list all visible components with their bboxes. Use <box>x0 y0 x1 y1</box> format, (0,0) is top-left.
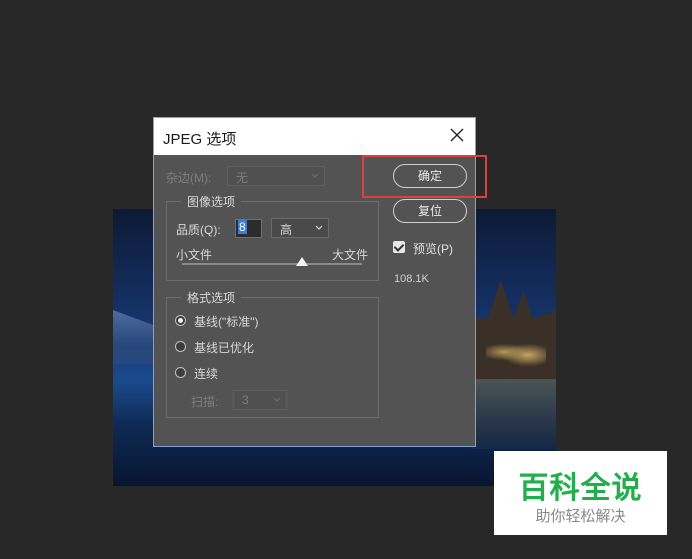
baseline-standard-label: 基线("标准") <box>194 315 259 329</box>
small-file-label: 小文件 <box>176 248 213 262</box>
castle-lights <box>486 337 546 367</box>
scans-select[interactable]: 3 <box>233 390 287 410</box>
preview-checkbox[interactable] <box>393 241 405 253</box>
preview-label: 预览(P) <box>413 242 453 256</box>
radio-baseline-standard[interactable] <box>175 315 186 326</box>
image-options-title: 图像选项 <box>181 193 242 210</box>
radio-baseline-optimized[interactable] <box>175 341 186 352</box>
reset-button[interactable]: 复位 <box>393 199 467 223</box>
watermark-main-text: 百科全说 <box>518 472 643 505</box>
large-file-label: 大文件 <box>332 248 369 262</box>
chevron-down-icon <box>273 397 281 402</box>
baseline-optimized-label: 基线已优化 <box>194 341 255 355</box>
chevron-down-icon <box>315 225 323 230</box>
quality-preset-value: 高 <box>280 223 293 237</box>
quality-slider-track[interactable] <box>182 263 362 265</box>
matte-label: 杂边(M): <box>166 171 212 185</box>
radio-progressive[interactable] <box>175 367 186 378</box>
file-size: 108.1K <box>394 273 429 285</box>
highlight-annotation <box>362 155 487 198</box>
dialog-titlebar[interactable]: JPEG 选项 <box>154 118 475 155</box>
matte-value: 无 <box>236 171 249 185</box>
matte-select[interactable]: 无 <box>227 166 325 186</box>
image-options-group: 图像选项 <box>166 193 379 281</box>
quality-slider-thumb[interactable] <box>296 257 308 266</box>
quality-input[interactable]: 8 <box>235 219 262 238</box>
progressive-label: 连续 <box>194 367 219 381</box>
quality-preset-select[interactable]: 高 <box>271 218 329 238</box>
scans-value: 3 <box>242 393 249 407</box>
quality-label: 品质(Q): <box>176 223 221 237</box>
watermark-logo: 百科全说 助你轻松解决 <box>494 451 667 535</box>
scans-label: 扫描: <box>191 395 219 409</box>
quality-value: 8 <box>238 220 247 234</box>
format-options-title: 格式选项 <box>181 289 242 306</box>
chevron-down-icon <box>311 173 319 178</box>
close-icon[interactable] <box>449 127 465 143</box>
watermark-sub-text: 助你轻松解决 <box>535 508 626 525</box>
water-reflection <box>471 379 556 449</box>
dialog-title: JPEG 选项 <box>163 131 237 148</box>
